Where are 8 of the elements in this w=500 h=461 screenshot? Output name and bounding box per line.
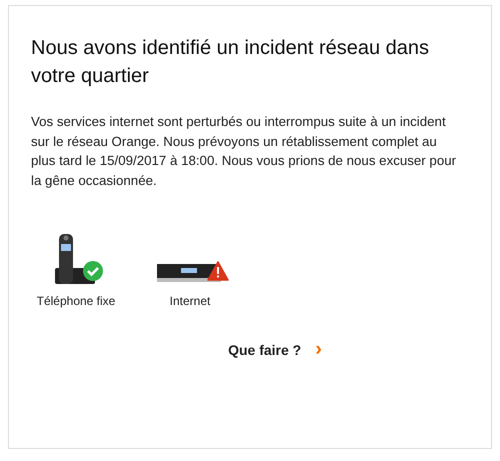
check-icon [83, 261, 103, 281]
what-to-do-link[interactable]: Que faire ? › [228, 338, 322, 361]
message-text: Vos services internet sont perturbés ou interrompus suite à un incident sur le réseau Orange. Nous prévoyons un rétablissement complet au plus tard le 15/09/2017 à 18:00. Nous vous prions de nous excuser pour la gêne occasionnée. [31, 113, 458, 190]
warning-icon [207, 261, 229, 281]
chevron-icon: › [315, 338, 322, 361]
service-label: Internet [170, 294, 210, 308]
service-label: Téléphone fixe [36, 294, 116, 308]
heading: Nous avons identifié un incident réseau dans votre quartier [31, 36, 430, 89]
